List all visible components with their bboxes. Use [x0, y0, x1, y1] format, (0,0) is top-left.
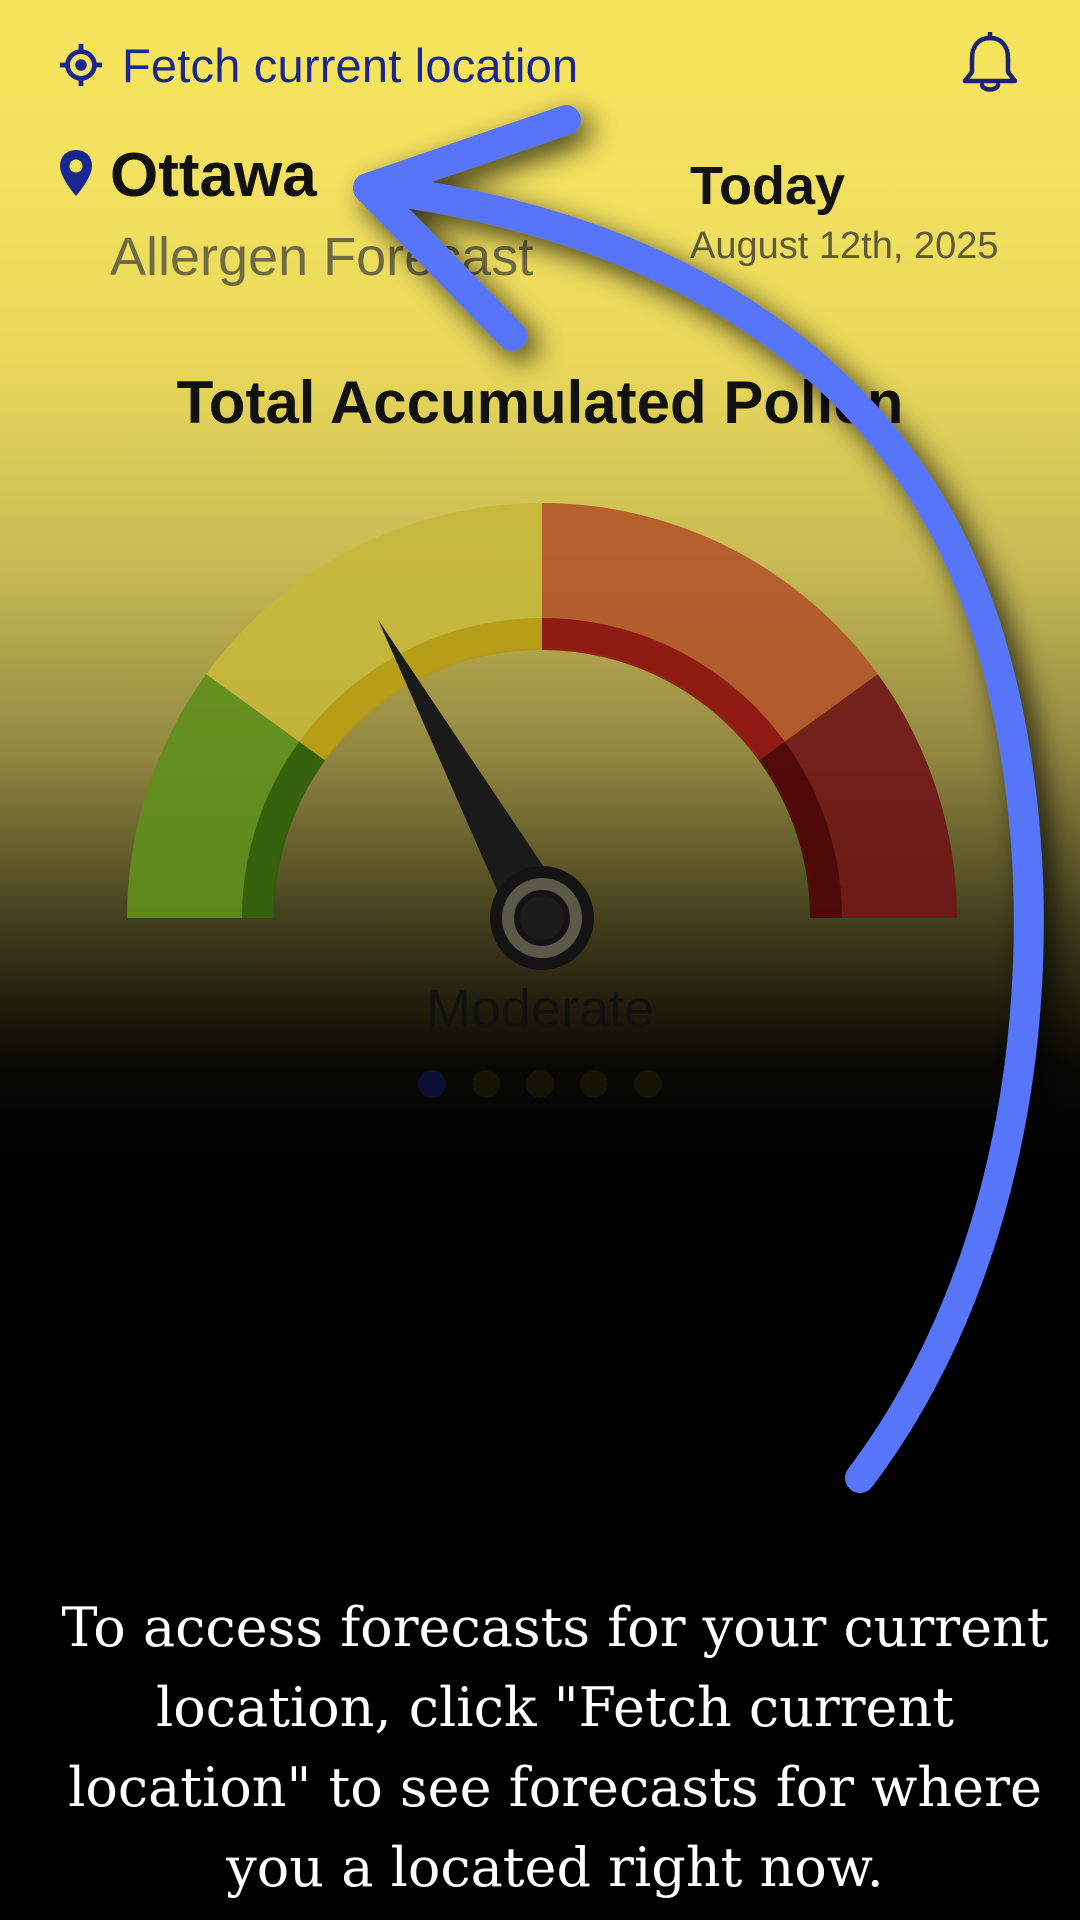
map-pin-icon: [60, 150, 92, 196]
fetch-current-location-label: Fetch current location: [122, 38, 579, 92]
pager-dot[interactable]: [580, 1070, 608, 1098]
current-date: August 12th, 2025: [690, 225, 999, 267]
pager-dot[interactable]: [526, 1070, 554, 1098]
today-label: Today: [690, 156, 846, 216]
pollen-gauge: [127, 503, 957, 970]
allergen-forecast-subtitle: Allergen Forecast: [110, 227, 534, 287]
pager-dots: [0, 1070, 1080, 1098]
pager-dot[interactable]: [418, 1070, 446, 1098]
gauge-needle: [378, 620, 594, 970]
screen: Fetch current location Ottawa Allergen F…: [0, 0, 1080, 1920]
city-name: Ottawa: [110, 141, 317, 210]
pager-dot[interactable]: [472, 1070, 500, 1098]
fetch-current-location-button[interactable]: Fetch current location: [58, 34, 578, 96]
gauge-title: Total Accumulated Pollen: [176, 369, 904, 436]
bell-icon[interactable]: [960, 32, 1020, 96]
date-block: Today August 12th, 2025: [690, 155, 998, 268]
pager-dot[interactable]: [634, 1070, 662, 1098]
crosshair-location-icon: [59, 43, 103, 87]
tutorial-text: To access forecasts for your current loc…: [61, 1596, 1049, 1899]
pollen-level-label: Moderate: [425, 979, 655, 1039]
